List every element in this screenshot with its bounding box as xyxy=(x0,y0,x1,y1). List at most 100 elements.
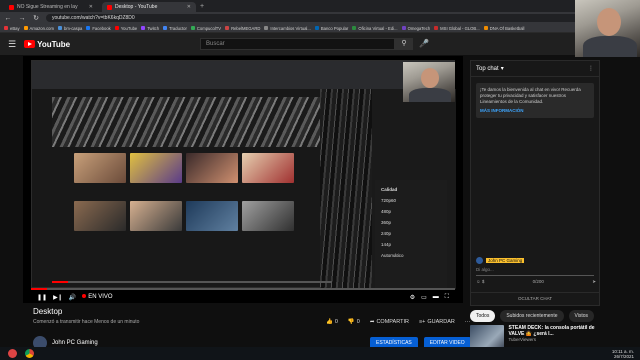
next-icon[interactable]: ▶❙ xyxy=(53,294,63,301)
quality-option[interactable]: 480p xyxy=(381,206,441,217)
bookmark-favicon-icon xyxy=(352,26,357,30)
theater-mode-icon[interactable]: ▬ xyxy=(433,294,439,301)
bookmark-item[interactable]: OmegaTech xyxy=(401,25,431,31)
fullscreen-icon[interactable]: ⛶ xyxy=(445,294,449,301)
bookmark-label: CompucolTV xyxy=(196,25,222,31)
start-icon[interactable] xyxy=(8,349,17,358)
browser-tab-bar: NO Sigue Streaming en lay ✕ Desktop - Yo… xyxy=(0,0,640,12)
bookmark-item[interactable]: Banco Popular xyxy=(314,26,348,31)
system-clock[interactable]: 10:11 a. m. 26/7/2021 xyxy=(612,349,634,359)
bookmark-label: YouTube xyxy=(120,25,138,31)
chevron-down-icon[interactable]: ▾ xyxy=(501,65,504,72)
live-progress-bar[interactable] xyxy=(31,288,455,290)
related-title[interactable]: STEAM DECK: la consola portátil de VALVE… xyxy=(508,325,600,337)
chat-mode-label[interactable]: Top chat xyxy=(476,66,499,72)
webcam-person-head xyxy=(597,8,621,36)
nested-webcam xyxy=(403,62,455,102)
chrome-icon[interactable] xyxy=(25,349,34,358)
browser-tab-2[interactable]: Desktop - YouTube ✕ xyxy=(102,2,196,12)
send-icon[interactable]: ➤ xyxy=(592,279,596,285)
like-button[interactable]: 👍 0 xyxy=(326,319,338,325)
quality-menu-title: Calidad xyxy=(381,187,398,192)
bookmark-item[interactable]: Oficina Virtual - Edi... xyxy=(352,26,398,31)
quality-option[interactable]: 240p xyxy=(381,228,441,239)
bookmark-item[interactable]: Facebook xyxy=(86,26,111,31)
forward-arrow-icon[interactable]: → xyxy=(18,15,26,22)
bookmark-item[interactable]: DNA Of Basketball xyxy=(483,26,524,31)
emoji-icon[interactable]: ☺ $ xyxy=(476,279,484,285)
related-channel[interactable]: TuberViewers xyxy=(508,337,600,342)
url-bar[interactable]: youtube.com/watch?v=tbK6kqDZ8D0 xyxy=(46,14,586,22)
live-chat: Top chat ▾ ⋮ ¡Te damos la bienvenida al … xyxy=(470,60,600,306)
bookmark-item[interactable]: CompucolTV xyxy=(190,25,222,31)
new-tab-button[interactable]: + xyxy=(200,2,204,12)
filter-chip[interactable]: Todos xyxy=(470,310,496,322)
browser-tab-1[interactable]: NO Sigue Streaming en lay ✕ xyxy=(4,2,98,12)
player-controls: ❚❚ ▶❙ 🔊 EN VIVO ⚙ ▭ ▬ ⛶ xyxy=(31,291,455,303)
bookmark-item[interactable]: Twitch xyxy=(141,26,159,31)
quality-option[interactable]: Automático xyxy=(381,250,441,261)
quality-option[interactable]: 144p xyxy=(381,239,441,250)
dislike-count: 0 xyxy=(356,319,360,325)
dislike-button[interactable]: 👎 0 xyxy=(348,319,360,325)
miniplayer-icon[interactable]: ▭ xyxy=(421,294,427,301)
save-label: GUARDAR xyxy=(427,319,455,325)
filter-chips: Todos Subidos recientemente Vistos xyxy=(470,310,595,322)
bookmark-favicon-icon xyxy=(114,26,119,30)
webcam-person-body xyxy=(409,88,451,102)
bookmark-label: OmegaTech xyxy=(407,25,431,31)
bookmark-item[interactable]: RebelMEGARD xyxy=(225,26,260,31)
channel-name[interactable]: John PC Gaming xyxy=(52,340,98,346)
user-name-badge: John PC Gaming xyxy=(486,258,525,263)
chat-welcome-message: ¡Te damos la bienvenida al chat en vivo!… xyxy=(476,83,594,118)
bookmark-item[interactable]: bm-caspa xyxy=(57,26,82,31)
bookmark-favicon-icon xyxy=(4,26,8,30)
tab-label: Desktop - YouTube xyxy=(115,4,158,10)
bookmark-item[interactable]: YouTube xyxy=(114,25,138,31)
webcam-overlay xyxy=(575,0,640,57)
volume-icon[interactable]: 🔊 xyxy=(69,294,76,301)
youtube-logo[interactable]: YouTube xyxy=(24,40,70,49)
video-player[interactable]: Calidad 720p60 480p 360p 240p 144p Autom… xyxy=(23,56,463,303)
thumbs-up-icon: 👍 xyxy=(326,319,333,325)
hide-chat-button[interactable]: OCULTAR CHAT xyxy=(471,292,599,301)
bookmark-item[interactable]: eBay xyxy=(4,26,20,31)
menu-icon[interactable]: ☰ xyxy=(8,39,16,50)
reload-icon[interactable]: ↻ xyxy=(32,14,40,22)
user-avatar xyxy=(476,257,483,264)
bookmark-item[interactable]: Intercambios Virtual... xyxy=(264,26,311,31)
close-tab-icon[interactable]: ✕ xyxy=(187,4,191,10)
quality-menu: Calidad 720p60 480p 360p 240p 144p Autom… xyxy=(375,180,447,290)
bookmarks-bar: eBay Amazon.com bm-caspa Facebook YouTube Twi… xyxy=(0,24,640,33)
clock-time: 10:11 a. m. xyxy=(611,348,634,354)
bookmark-item[interactable]: Amazon.com xyxy=(23,26,54,31)
more-info-link[interactable]: MÁS INFORMACIÓN xyxy=(480,108,590,114)
chat-message-input[interactable]: Di algo... xyxy=(476,267,594,276)
save-button[interactable]: ≡+ GUARDAR xyxy=(419,319,455,325)
filter-chip[interactable]: Subidos recientemente xyxy=(500,310,564,322)
quality-option[interactable]: 360p xyxy=(381,217,441,228)
back-arrow-icon[interactable]: ← xyxy=(4,15,12,22)
youtube-favicon-icon xyxy=(107,4,112,10)
bookmark-item[interactable]: MSI Global - GLOB... xyxy=(434,26,480,31)
webcam-person-body xyxy=(583,36,637,57)
video-progress-bar[interactable] xyxy=(52,281,332,283)
live-indicator[interactable]: EN VIVO xyxy=(82,294,113,300)
screen: NO Sigue Streaming en lay ✕ Desktop - Yo… xyxy=(0,0,640,360)
quality-option[interactable]: 720p60 xyxy=(381,195,441,206)
share-button[interactable]: ➦ COMPARTIR xyxy=(370,319,409,325)
bookmark-favicon-icon xyxy=(57,26,62,30)
close-tab-icon[interactable]: ✕ xyxy=(89,4,93,10)
search-input[interactable]: Buscar xyxy=(200,38,395,50)
bookmark-favicon-icon xyxy=(434,26,439,30)
settings-gear-icon[interactable]: ⚙ xyxy=(410,294,415,301)
video-stream-info: Comenzó a transmitir hace Menos de un mi… xyxy=(33,319,140,325)
microphone-icon[interactable]: 🎤 xyxy=(419,39,429,48)
bookmark-item[interactable]: Traductor xyxy=(163,26,187,31)
filter-chip[interactable]: Vistos xyxy=(568,310,595,322)
pause-icon[interactable]: ❚❚ xyxy=(37,294,47,301)
bookmark-favicon-icon xyxy=(190,26,195,30)
more-options-icon[interactable]: ⋮ xyxy=(588,65,594,72)
thumbs-down-icon: 👎 xyxy=(347,319,355,325)
search-icon[interactable]: ⚲ xyxy=(395,38,413,50)
